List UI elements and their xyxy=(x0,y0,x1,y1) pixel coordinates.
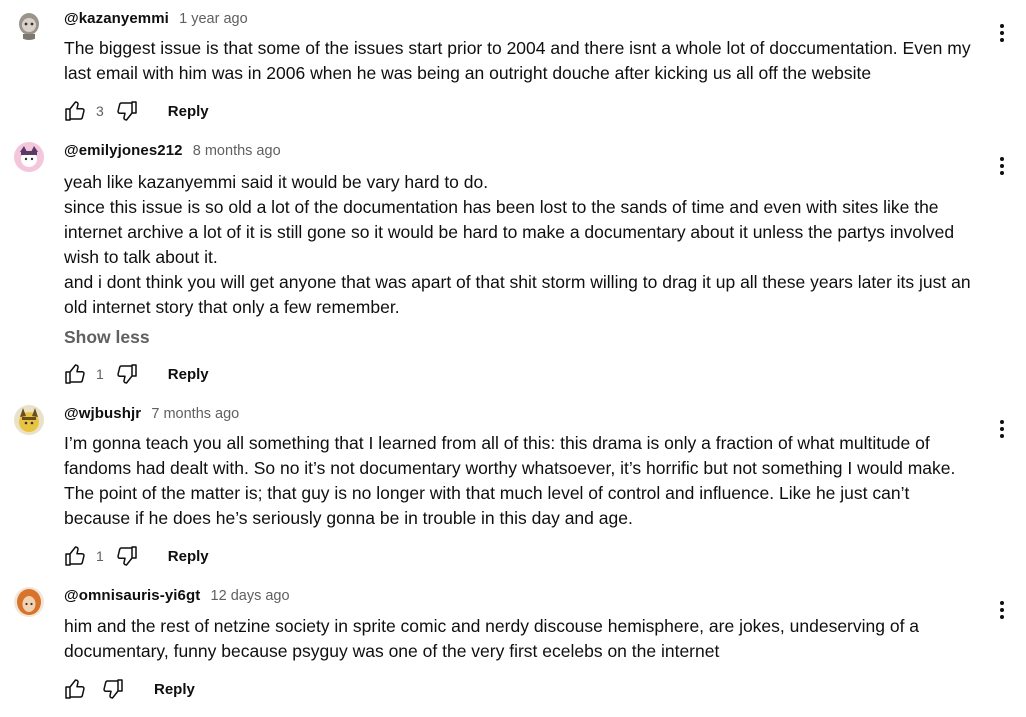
comment-line: because if he does he’s seriously gonna … xyxy=(64,508,633,528)
comment-timestamp[interactable]: 1 year ago xyxy=(179,11,248,27)
avatar[interactable] xyxy=(14,405,44,435)
comment-actions: 1 Reply xyxy=(62,543,209,569)
comment-text: The biggest issue is that some of the is… xyxy=(64,36,984,86)
comment-timestamp[interactable]: 7 months ago xyxy=(151,406,239,422)
like-button[interactable] xyxy=(62,543,88,569)
more-actions-button[interactable] xyxy=(990,20,1014,46)
avatar[interactable] xyxy=(14,10,44,40)
reply-button[interactable]: Reply xyxy=(168,548,209,565)
cartoon-head-avatar-icon xyxy=(14,10,44,40)
comment-line: The point of the matter is; that guy is … xyxy=(64,483,910,503)
like-count: 1 xyxy=(96,548,104,564)
comment-text: yeah like kazanyemmi said it would be va… xyxy=(64,170,984,320)
comment-author[interactable]: @wjbushjr xyxy=(64,405,141,422)
comment-header: @kazanyemmi 1 year ago xyxy=(64,10,248,28)
dislike-button[interactable] xyxy=(114,361,140,387)
like-button[interactable] xyxy=(62,676,88,702)
comment-line: I’m gonna teach you all something that I… xyxy=(64,433,930,453)
comment-line: since this issue is so old a lot of the … xyxy=(64,197,939,217)
comment-author[interactable]: @omnisauris-yi6gt xyxy=(64,587,200,604)
pink-character-avatar-icon xyxy=(14,142,44,172)
thumbs-down-icon xyxy=(117,364,137,384)
comment-header: @emilyjones212 8 months ago xyxy=(64,142,281,160)
comment-line: fandoms had dealt with. So no it’s not d… xyxy=(64,458,956,478)
comment-timestamp[interactable]: 12 days ago xyxy=(211,588,290,604)
like-button[interactable] xyxy=(62,361,88,387)
thumbs-up-icon xyxy=(65,679,85,699)
thumbs-down-icon xyxy=(103,679,123,699)
comment-text: him and the rest of netzine society in s… xyxy=(64,614,984,664)
comment-line: The biggest issue is that some of the is… xyxy=(64,38,971,58)
comment-actions: 1 Reply xyxy=(62,361,209,387)
thumbs-up-icon xyxy=(65,364,85,384)
avatar[interactable] xyxy=(14,587,44,617)
comment-text: I’m gonna teach you all something that I… xyxy=(64,431,984,531)
vertical-dots-icon xyxy=(1000,601,1004,619)
dislike-button[interactable] xyxy=(114,98,140,124)
comment-actions: 3 Reply xyxy=(62,98,209,124)
vertical-dots-icon xyxy=(1000,157,1004,175)
more-actions-button[interactable] xyxy=(990,416,1014,442)
thumbs-down-icon xyxy=(117,546,137,566)
comment-line: wish to talk about it. xyxy=(64,247,218,267)
like-count: 3 xyxy=(96,103,104,119)
like-button[interactable] xyxy=(62,98,88,124)
thumbs-up-icon xyxy=(65,546,85,566)
show-less-button[interactable]: Show less xyxy=(64,327,150,348)
more-actions-button[interactable] xyxy=(990,153,1014,179)
comment-line: yeah like kazanyemmi said it would be va… xyxy=(64,172,489,192)
comment-actions: Reply xyxy=(62,676,195,702)
comment-line: and i dont think you will get anyone tha… xyxy=(64,272,971,292)
vertical-dots-icon xyxy=(1000,420,1004,438)
comment-header: @omnisauris-yi6gt 12 days ago xyxy=(64,587,290,605)
comment-line: internet archive a lot of it is still go… xyxy=(64,222,955,242)
thumbs-down-icon xyxy=(117,101,137,121)
comment-timestamp[interactable]: 8 months ago xyxy=(193,143,281,159)
like-count: 1 xyxy=(96,366,104,382)
comment-line: documentary, funny because psyguy was on… xyxy=(64,641,720,661)
reply-button[interactable]: Reply xyxy=(168,366,209,383)
comment-header: @wjbushjr 7 months ago xyxy=(64,405,239,423)
yellow-character-avatar-icon xyxy=(14,405,44,435)
avatar[interactable] xyxy=(14,142,44,172)
comment-line: him and the rest of netzine society in s… xyxy=(64,616,920,636)
reply-button[interactable]: Reply xyxy=(154,681,195,698)
dislike-button[interactable] xyxy=(100,676,126,702)
reply-button[interactable]: Reply xyxy=(168,103,209,120)
vertical-dots-icon xyxy=(1000,24,1004,42)
comment-line: last email with him was in 2006 when he … xyxy=(64,63,872,83)
comment-line: old internet story that only a few remem… xyxy=(64,297,400,317)
comment-author[interactable]: @kazanyemmi xyxy=(64,10,169,27)
more-actions-button[interactable] xyxy=(990,597,1014,623)
orange-hair-avatar-icon xyxy=(14,587,44,617)
dislike-button[interactable] xyxy=(114,543,140,569)
thumbs-up-icon xyxy=(65,101,85,121)
comment-author[interactable]: @emilyjones212 xyxy=(64,142,183,159)
